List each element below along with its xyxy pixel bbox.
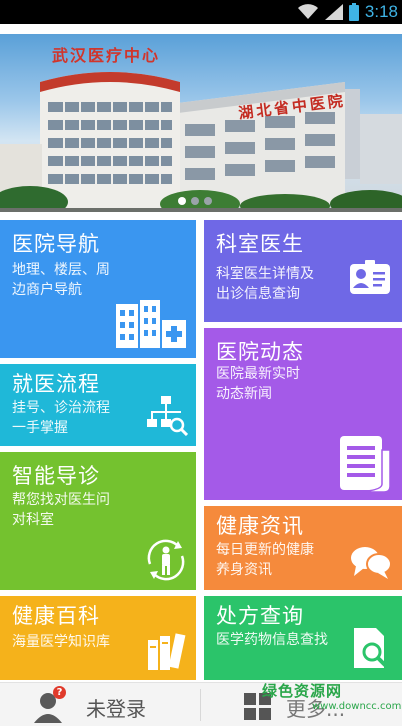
carousel-indicator [178,197,212,205]
tile-title: 就医流程 [12,372,100,396]
tile-health-encyclopedia[interactable]: 健康百科 海量医学知识库 [0,596,196,680]
tile-title: 处方查询 [216,604,304,628]
banner-sign-top: 武汉医疗中心 [52,46,161,65]
person-body-icon [147,539,185,581]
tile-health-info[interactable]: 健康资讯 每日更新的健康 养身资讯 [204,506,402,590]
status-icons: 3:18 [297,0,398,24]
login-badge: ? [53,686,66,699]
login-status-button[interactable]: 未登录 [86,693,146,722]
hospital-buildings-icon [116,300,186,348]
tile-subtitle: 医院最新实时 [216,366,300,382]
books-icon [148,633,186,670]
tile-subtitle: 医学药物信息查找 [216,632,328,648]
tile-subtitle: 动态新闻 [216,386,272,402]
tile-title: 医院动态 [216,340,304,364]
tile-visit-process[interactable]: 就医流程 挂号、诊治流程 一手掌握 [0,364,196,446]
tile-title: 医院导航 [12,232,100,256]
tile-subtitle: 边商户导航 [12,282,82,298]
carousel-dot[interactable] [204,197,212,205]
battery-icon [348,3,359,21]
tile-department-doctors[interactable]: 科室医生 科室医生详情及 出诊信息查询 [204,220,402,322]
tile-subtitle: 出诊信息查询 [216,286,300,302]
tile-title: 健康资讯 [216,514,304,538]
flowchart-search-icon [147,396,188,436]
tile-subtitle: 一手掌握 [12,420,68,436]
tile-subtitle: 对科室 [12,512,54,528]
tile-subtitle: 挂号、诊治流程 [12,400,110,416]
banner-carousel[interactable]: 武汉医疗中心 湖北省中医院 [0,34,402,212]
tile-hospital-navigation[interactable]: 医院导航 地理、楼层、周 边商户导航 [0,220,196,358]
wifi-icon [297,4,318,19]
status-bar: 3:18 [0,0,402,24]
carousel-dot[interactable] [191,197,199,205]
tile-title: 科室医生 [216,232,304,256]
tile-prescription-query[interactable]: 处方查询 医学药物信息查找 [204,596,402,680]
tile-subtitle: 养身资讯 [216,562,272,578]
status-time: 3:18 [364,2,398,21]
chat-bubbles-icon [351,547,392,579]
bottom-divider [200,689,201,721]
tile-subtitle: 海量医学知识库 [12,634,110,650]
tile-subtitle: 科室医生详情及 [216,266,314,282]
newspaper-icon [340,436,391,493]
carousel-dot[interactable] [178,197,186,205]
watermark-text: 绿色资源网 [262,682,343,700]
doctor-badge-icon [350,260,390,294]
tile-title: 健康百科 [12,604,100,628]
tile-subtitle: 帮您找对医生问 [12,492,110,508]
tile-title: 智能导诊 [12,464,100,488]
tile-subtitle: 每日更新的健康 [216,542,314,558]
signal-icon [324,4,343,20]
watermark-url: www.downcc.com [312,701,402,712]
tile-subtitle: 地理、楼层、周 [12,262,110,278]
document-search-icon [354,628,388,668]
tile-smart-triage[interactable]: 智能导诊 帮您找对医生问 对科室 [0,452,196,590]
tile-hospital-news[interactable]: 医院动态 医院最新实时 动态新闻 [204,328,402,500]
